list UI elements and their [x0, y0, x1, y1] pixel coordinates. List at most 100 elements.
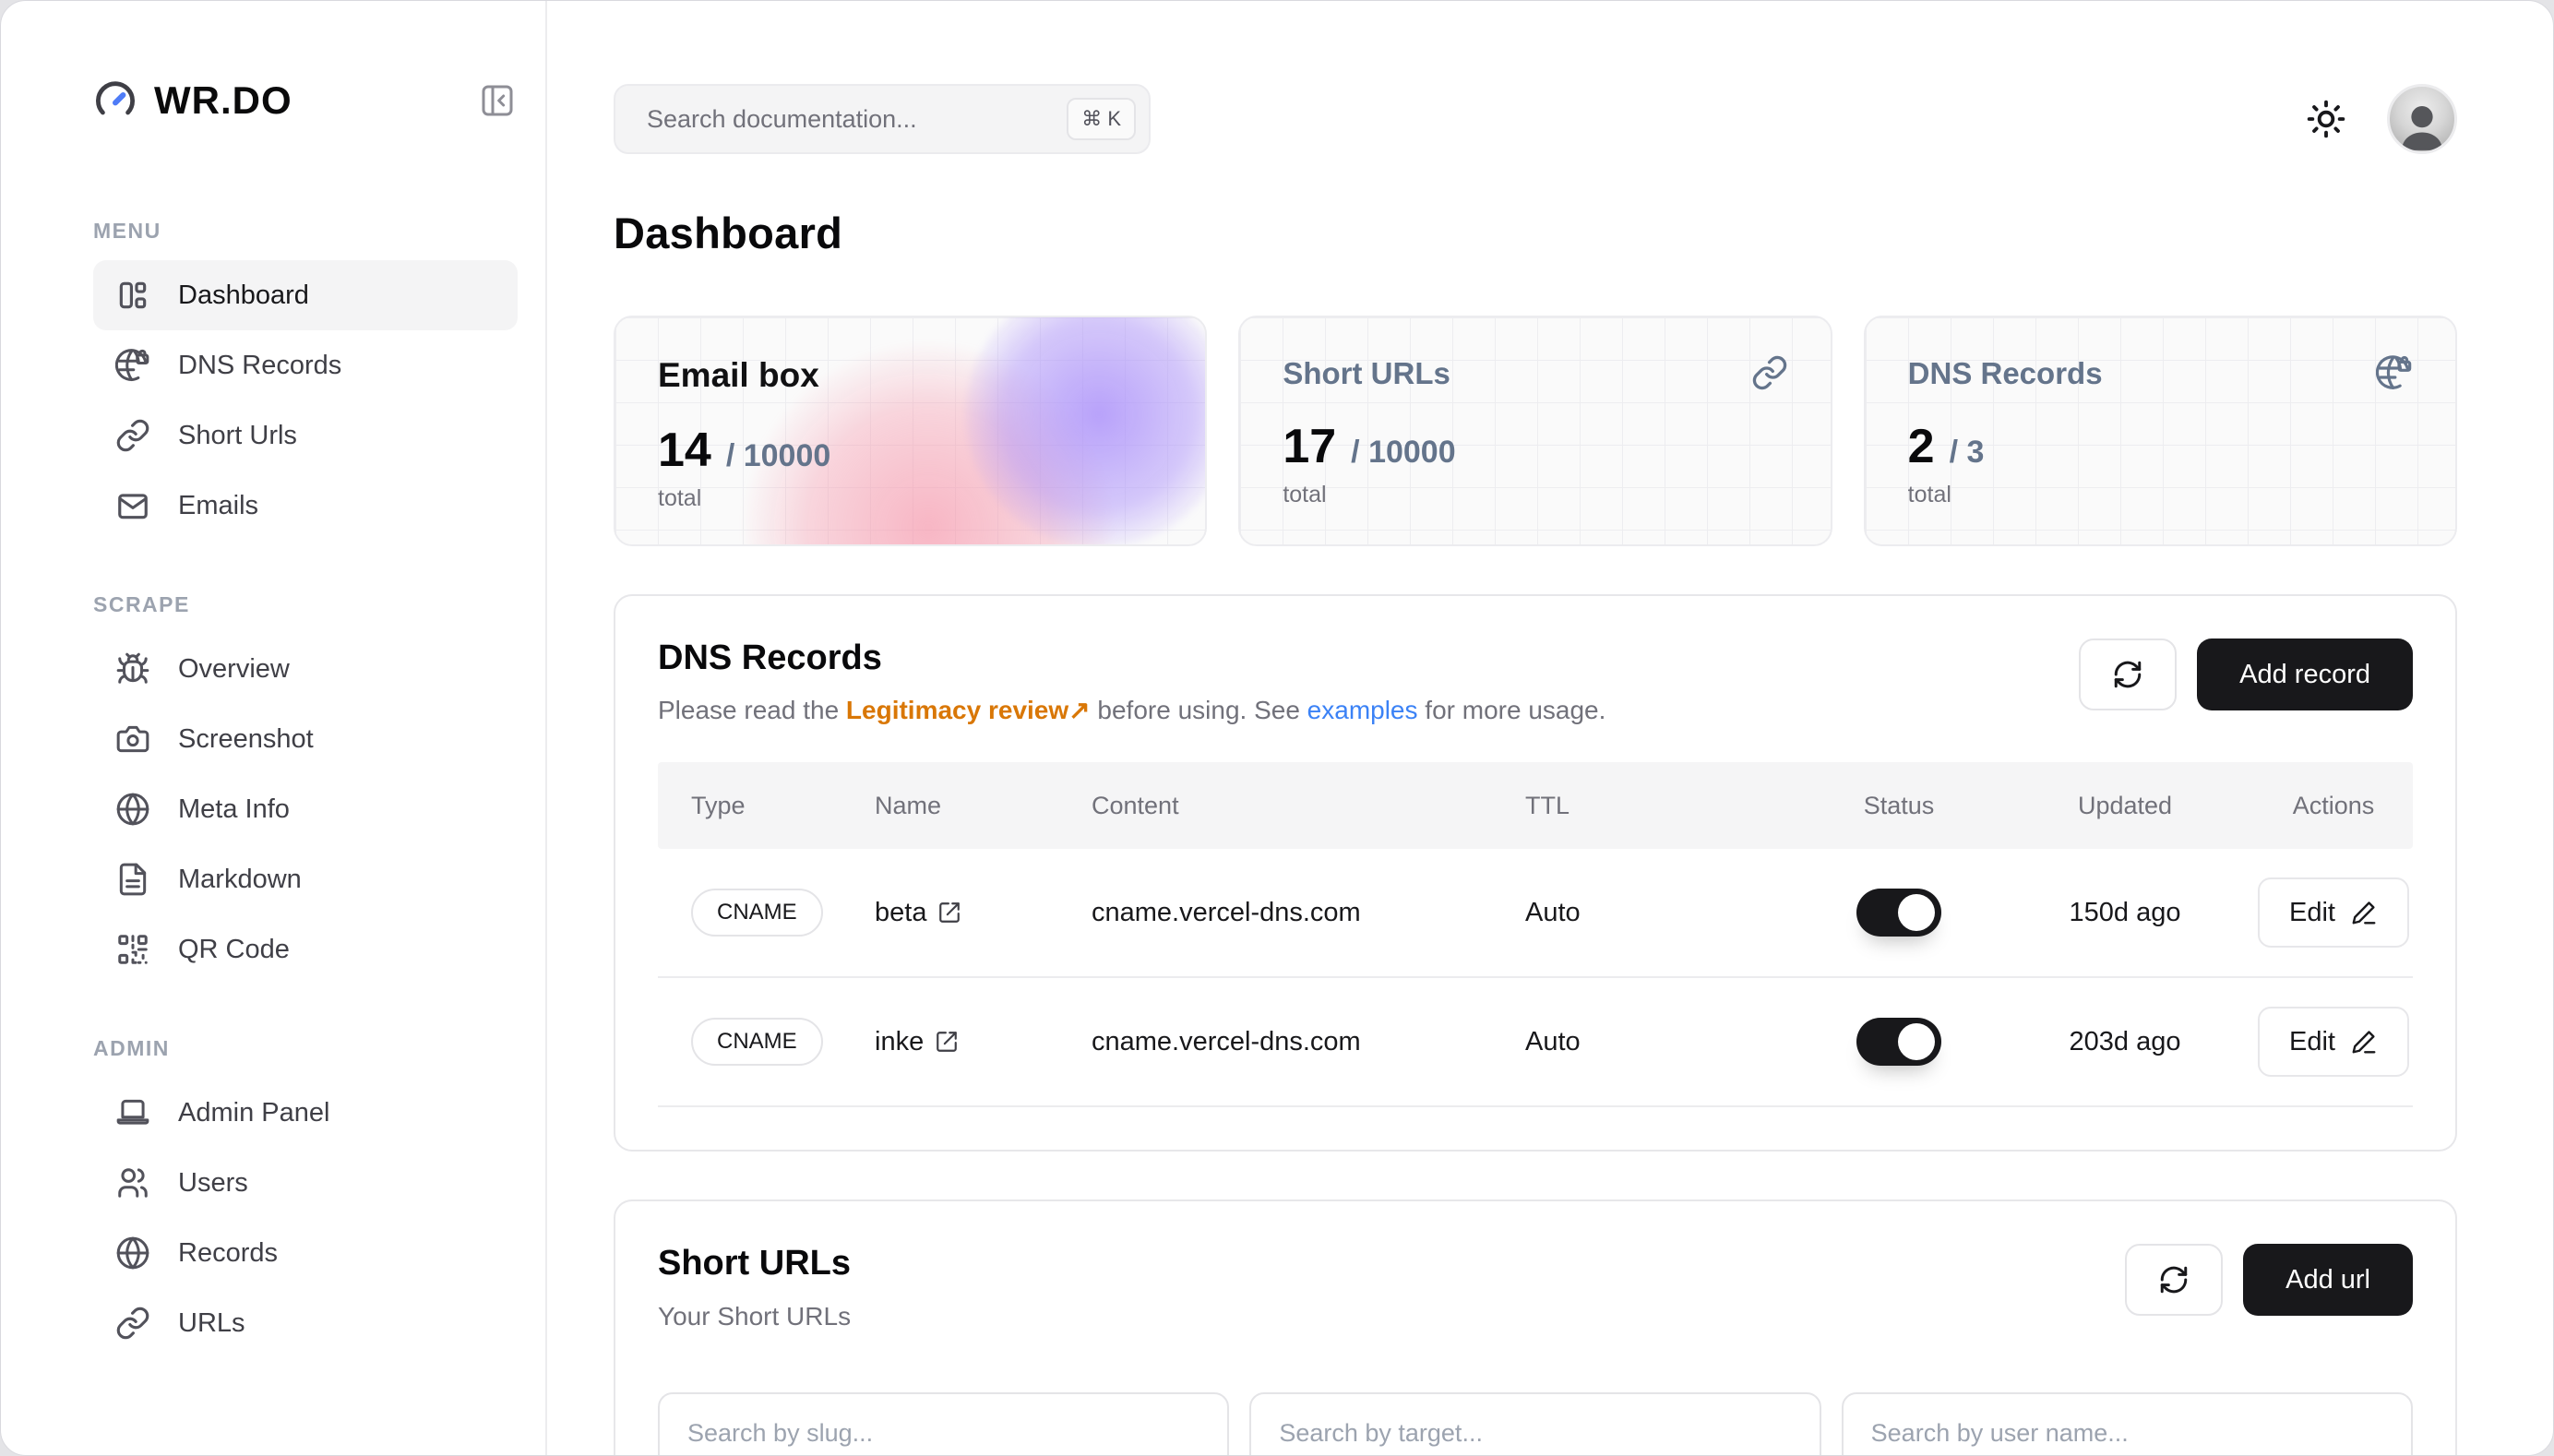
- sidebar-item-screenshot[interactable]: Screenshot: [93, 704, 518, 774]
- sidebar-item-meta-info[interactable]: Meta Info: [93, 774, 518, 844]
- globe-icon: [115, 1235, 150, 1271]
- stat-caption: total: [1283, 482, 1787, 508]
- section-label: MENU: [93, 219, 518, 244]
- sidebar-item-users[interactable]: Users: [93, 1148, 518, 1218]
- panel-left-close-icon: [479, 82, 516, 119]
- sidebar-item-emails[interactable]: Emails: [93, 471, 518, 541]
- main-content: ⌘ K Dashboard Email box 14 / 10000: [547, 1, 2553, 1455]
- page-title: Dashboard: [614, 208, 2457, 258]
- pencil-icon: [2350, 899, 2378, 926]
- sidebar-item-label: Markdown: [178, 865, 302, 895]
- refresh-button[interactable]: [2125, 1244, 2223, 1316]
- sidebar-item-overview[interactable]: Overview: [93, 634, 518, 704]
- sidebar-item-label: Overview: [178, 654, 290, 685]
- link-icon: [115, 418, 150, 453]
- link-text: Legitimacy review: [846, 696, 1068, 724]
- sidebar-item-markdown[interactable]: Markdown: [93, 844, 518, 914]
- sidebar-item-short-urls[interactable]: Short Urls: [93, 400, 518, 471]
- search-by-user-name-input[interactable]: [1842, 1392, 2413, 1456]
- stat-card-dns-records: DNS Records 2 / 3 total: [1864, 316, 2457, 546]
- sidebar-collapse-button[interactable]: [477, 80, 518, 121]
- shortcut-badge: ⌘ K: [1067, 98, 1136, 140]
- search-by-target-input[interactable]: [1249, 1392, 1820, 1456]
- type-cell: CNAME: [658, 889, 875, 937]
- bug-icon: [115, 651, 150, 686]
- sidebar-item-dashboard[interactable]: Dashboard: [93, 260, 518, 330]
- sidebar-item-dns-records[interactable]: DNS Records: [93, 330, 518, 400]
- camera-icon: [115, 722, 150, 757]
- mail-icon: [115, 488, 150, 523]
- sidebar-item-label: Screenshot: [178, 724, 314, 755]
- refresh-icon: [2112, 659, 2143, 690]
- external-link-icon: [935, 1030, 959, 1054]
- record-updated: 203d ago: [1996, 1027, 2254, 1057]
- examples-link[interactable]: examples: [1307, 696, 1418, 724]
- panel-title: DNS Records: [658, 638, 1605, 678]
- sidebar-item-label: Admin Panel: [178, 1098, 329, 1128]
- stat-caption: total: [1908, 482, 2413, 508]
- sidebar-item-label: Meta Info: [178, 794, 290, 825]
- sidebar-section-menu: MENU Dashboard DNS Records Short Urls Em…: [93, 219, 518, 541]
- sidebar-item-label: DNS Records: [178, 351, 341, 381]
- col-header-type: Type: [658, 792, 875, 820]
- record-name: inke: [875, 1027, 924, 1057]
- topbar: ⌘ K: [614, 1, 2457, 154]
- record-name-link[interactable]: beta: [875, 898, 1092, 928]
- legitimacy-review-link[interactable]: Legitimacy review↗: [846, 696, 1091, 724]
- sun-icon: [2306, 99, 2346, 139]
- table-header-row: Type Name Content TTL Status Updated Act…: [658, 762, 2413, 849]
- sidebar-item-qr-code[interactable]: QR Code: [93, 914, 518, 985]
- doc-search-input[interactable]: [647, 105, 1067, 134]
- stat-title: DNS Records: [1908, 356, 2413, 391]
- record-name-link[interactable]: inke: [875, 1027, 1092, 1057]
- col-header-name: Name: [875, 792, 1092, 820]
- stat-limit: / 3: [1950, 435, 1985, 471]
- stats-row: Email box 14 / 10000 total Short URLs 17…: [614, 316, 2457, 546]
- users-icon: [115, 1165, 150, 1200]
- gauge-logo-icon: [93, 78, 137, 123]
- record-type-badge: CNAME: [691, 889, 823, 937]
- record-content: cname.vercel-dns.com: [1092, 898, 1525, 928]
- edit-button[interactable]: Edit: [2258, 877, 2409, 948]
- col-header-ttl: TTL: [1525, 792, 1802, 820]
- refresh-icon: [2158, 1264, 2190, 1295]
- add-record-button[interactable]: Add record: [2197, 638, 2413, 710]
- section-label: SCRAPE: [93, 592, 518, 617]
- person-silhouette-icon: [2393, 98, 2451, 154]
- status-toggle[interactable]: [1856, 1018, 1941, 1066]
- sidebar-item-urls[interactable]: URLs: [93, 1288, 518, 1358]
- status-toggle[interactable]: [1856, 889, 1941, 937]
- brand-logo[interactable]: WR.DO: [93, 78, 292, 123]
- table-row: CNAME beta cname.vercel-dns.com Auto 150…: [658, 849, 2413, 978]
- stat-card-email-box: Email box 14 / 10000 total: [614, 316, 1207, 546]
- add-url-button[interactable]: Add url: [2243, 1244, 2413, 1316]
- edit-label: Edit: [2289, 898, 2335, 928]
- file-text-icon: [115, 862, 150, 897]
- col-header-status: Status: [1802, 792, 1996, 820]
- sidebar-item-admin-panel[interactable]: Admin Panel: [93, 1078, 518, 1148]
- search-by-slug-input[interactable]: [658, 1392, 1229, 1456]
- doc-search[interactable]: ⌘ K: [614, 84, 1151, 154]
- refresh-button[interactable]: [2079, 638, 2177, 710]
- sidebar-item-label: Users: [178, 1168, 248, 1199]
- sidebar: WR.DO MENU Dashboard DNS Records Short U…: [1, 1, 547, 1455]
- table-row: CNAME inke cname.vercel-dns.com Auto 203…: [658, 978, 2413, 1107]
- globe-lock-icon: [115, 348, 150, 383]
- toggle-knob: [1898, 894, 1935, 931]
- desc-text: Please read the: [658, 696, 846, 724]
- col-header-actions: Actions: [2254, 792, 2413, 820]
- user-avatar[interactable]: [2387, 84, 2457, 154]
- sidebar-item-records[interactable]: Records: [93, 1218, 518, 1288]
- desc-text: before using. See: [1091, 696, 1307, 724]
- stat-limit: / 10000: [1351, 435, 1455, 471]
- stat-title: Short URLs: [1283, 356, 1787, 391]
- edit-button[interactable]: Edit: [2258, 1007, 2409, 1077]
- laptop-icon: [115, 1095, 150, 1130]
- edit-label: Edit: [2289, 1027, 2335, 1057]
- dns-records-table: Type Name Content TTL Status Updated Act…: [658, 762, 2413, 1107]
- brand-name: WR.DO: [154, 78, 292, 123]
- panel-subtitle: Your Short URLs: [658, 1302, 851, 1331]
- dns-records-panel: DNS Records Please read the Legitimacy r…: [614, 594, 2457, 1152]
- theme-toggle-button[interactable]: [2306, 99, 2346, 139]
- stat-limit: / 10000: [726, 438, 830, 474]
